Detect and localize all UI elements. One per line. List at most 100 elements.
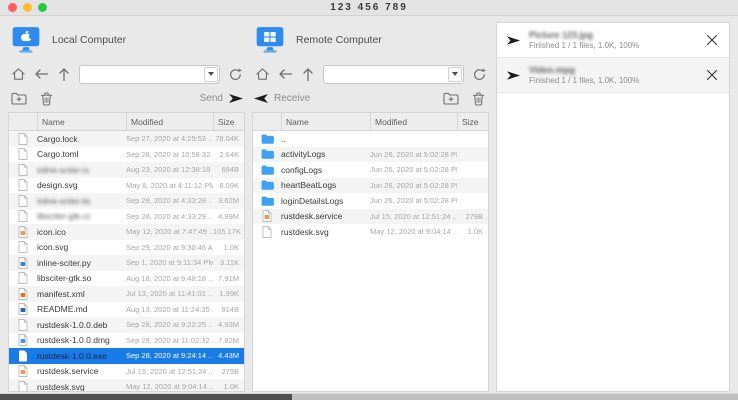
new-folder-icon[interactable] [9,89,29,109]
column-header-name[interactable]: Name [281,113,370,130]
column-header-modified[interactable]: Modified [370,113,457,130]
local-address-dropdown-button[interactable] [204,67,218,82]
file-row[interactable]: activityLogs Jun 26, 2020 at 5:02:28 PM [253,147,488,163]
file-size: 7.91M [213,274,244,283]
file-row[interactable]: rustdesk-1.0.0.exe Sep 28, 2020 at 9:24:… [9,348,244,364]
horizontal-scrollbar[interactable] [0,393,738,400]
remote-file-table: Name Modified Size .. activityLogs Jun 2… [252,112,489,392]
column-header-modified[interactable]: Modified [126,113,213,130]
remote-address-bar [323,65,464,84]
close-window-button[interactable] [8,3,17,12]
file-name: loginDetailsLogs [281,196,370,206]
file-size: 7.82M [213,336,244,345]
file-row[interactable]: manifest.xml Jul 13, 2020 at 11:41:01 ..… [9,286,244,302]
scrollbar-thumb[interactable] [0,394,292,400]
transfer-job[interactable]: Video.mpg Finished 1 / 1 files, 1.0K, 10… [497,58,729,93]
file-row[interactable]: Cargo.lock Sep 27, 2020 at 4:25:53 ... 7… [9,131,244,147]
transfer-jobs-panel: Picture 123.jpg Finished 1 / 1 files, 1.… [496,22,730,392]
file-row[interactable]: .. [253,131,488,147]
file-size: 1.99K [213,289,244,298]
file-row[interactable]: rustdesk.service Jul 15, 2020 at 12:51:2… [9,364,244,380]
file-row[interactable]: rustdesk.svg May 12, 2020 at 9:04:14 ...… [9,379,244,392]
file-row[interactable]: rustdesk.svg May 12, 2020 at 9:04:14 ...… [253,224,488,240]
file-size: 105.17K [213,227,245,236]
file-row[interactable]: design.svg May 6, 2020 at 4:11:12 PM 8.0… [9,178,244,194]
file-modified: Sep 28, 2020 at 10:58:32 ... [126,150,213,159]
job-status: Finished 1 / 1 files, 1.0K, 100% [529,41,639,50]
trash-icon[interactable] [468,89,488,109]
file-size: 914B [213,305,244,314]
file-row[interactable]: inline-sciter.tis Sep 28, 2020 at 4:33:2… [9,193,244,209]
zoom-window-button[interactable] [38,3,47,12]
back-icon[interactable] [275,64,295,84]
remote-panel-title: Remote Computer [296,34,382,46]
file-name: inline-sciter.py [37,258,126,268]
file-size: 1.0K [213,243,244,252]
remote-panel-header: Remote Computer [255,24,489,56]
rustdesk-file-transfer-window: 123 456 789 [0,0,738,400]
refresh-icon[interactable] [225,64,245,84]
file-name: rustdesk-1.0.0.deb [37,320,126,330]
file-row[interactable]: libsciter-gtk.cc Sep 28, 2020 at 4:33:29… [9,209,244,225]
chevron-down-icon [452,72,458,76]
local-panel-header: Local Computer [11,24,245,56]
minimize-window-button[interactable] [23,3,32,12]
refresh-icon[interactable] [469,64,489,84]
file-name: manifest.xml [37,289,126,299]
apple-monitor-icon [11,26,41,54]
up-icon[interactable] [298,64,318,84]
home-icon[interactable] [252,64,272,84]
file-row[interactable]: configLogs Jun 26, 2020 at 5:02:28 PM [253,162,488,178]
file-row[interactable]: rustdesk.service Jul 15, 2020 at 12:51:2… [253,209,488,225]
doc-file-icon [9,272,37,284]
file-row[interactable]: libsciter-gtk.so Aug 18, 2020 at 9:48:18… [9,271,244,287]
column-header-size[interactable]: Size [457,113,488,130]
file-modified: Sep 28, 2020 at 4:33:28 ... [126,196,213,205]
column-header-size[interactable]: Size [213,113,244,130]
file-name: heartBeatLogs [281,180,370,190]
trash-icon[interactable] [36,89,56,109]
doc-file-icon [9,210,37,222]
file-modified: Jun 26, 2020 at 5:02:28 PM [370,165,457,174]
file-row[interactable]: heartBeatLogs Jun 26, 2020 at 5:02:28 PM [253,178,488,194]
file-row[interactable]: loginDetailsLogs Jun 26, 2020 at 5:02:28… [253,193,488,209]
file-name: .. [281,134,370,144]
close-icon[interactable] [705,68,719,82]
remote-file-rows: .. activityLogs Jun 26, 2020 at 5:02:28 … [253,131,488,240]
file-size: 1.0K [457,227,488,236]
local-file-table: Name Modified Size Cargo.lock Sep 27, 20… [8,112,245,392]
remote-address-dropdown-button[interactable] [448,67,462,82]
home-icon[interactable] [8,64,28,84]
file-row[interactable]: README.md Aug 13, 2020 at 11:24:35 ... 9… [9,302,244,318]
window-title: 123 456 789 [330,2,408,13]
markdown-file-icon [9,303,37,315]
file-row[interactable]: inline-sciter.rs Aug 23, 2020 at 12:38:1… [9,162,244,178]
transfer-job[interactable]: Picture 123.jpg Finished 1 / 1 files, 1.… [497,23,729,58]
file-row[interactable]: rustdesk-1.0.0.dmg Sep 28, 2020 at 11:02… [9,333,244,349]
file-size: 279B [457,212,488,221]
new-folder-icon[interactable] [441,89,461,109]
receive-button[interactable]: Receive [253,93,310,104]
receive-arrow-icon [253,93,269,104]
doc-file-icon [9,164,37,176]
file-row[interactable]: icon.svg Sep 29, 2020 at 9:30:46 AM 1.0K [9,240,244,256]
local-address-bar [79,65,220,84]
file-row[interactable]: rustdesk-1.0.0.deb Sep 28, 2020 at 9:22:… [9,317,244,333]
up-icon[interactable] [54,64,74,84]
send-button[interactable]: Send [200,93,244,104]
file-row[interactable]: inline-sciter.py Sep 1, 2020 at 9:11:34 … [9,255,244,271]
back-icon[interactable] [31,64,51,84]
file-size: 2.64K [213,150,244,159]
file-row[interactable]: icon.ico May 12, 2020 at 7:47:49 ... 105… [9,224,244,240]
send-arrow-icon [506,70,521,81]
remote-address-input[interactable] [324,66,448,83]
close-icon[interactable] [705,33,719,47]
column-header-name[interactable]: Name [37,113,126,130]
file-size: 279B [213,367,244,376]
file-row[interactable]: Cargo.toml Sep 28, 2020 at 10:58:32 ... … [9,147,244,163]
job-status: Finished 1 / 1 files, 1.0K, 100% [529,76,639,85]
file-modified: Jul 15, 2020 at 12:51:24 ... [126,367,213,376]
file-modified: May 12, 2020 at 9:04:14 ... [370,227,457,236]
local-address-input[interactable] [80,66,204,83]
windows-monitor-icon [255,26,285,54]
